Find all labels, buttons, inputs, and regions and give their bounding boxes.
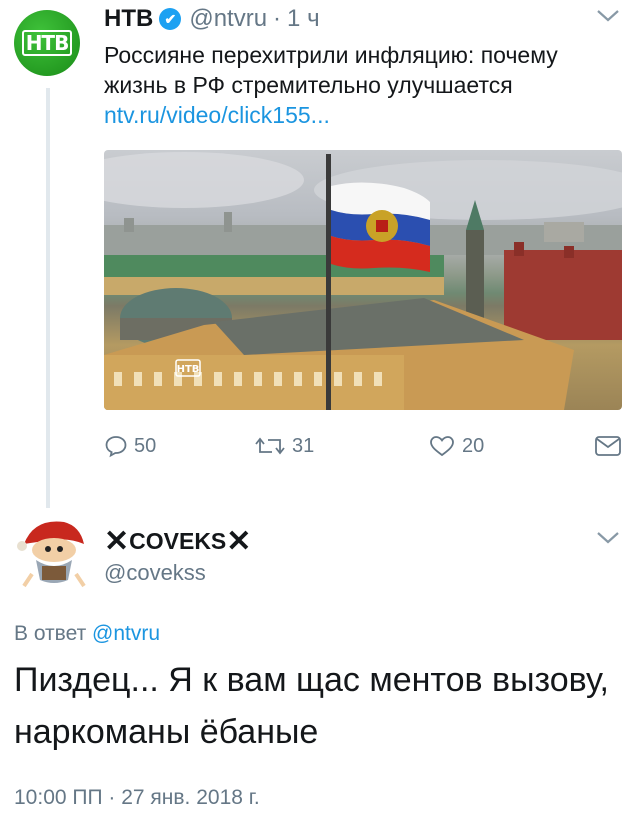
direct-message-icon: [595, 436, 621, 456]
original-tweet[interactable]: НТВ НТВ ✔ @ntvru · 1 ч Россияне перехитр…: [0, 0, 640, 500]
retweet-button[interactable]: 31: [254, 434, 314, 458]
cartoon-avatar-image: [17, 521, 86, 588]
ntv-logo: НТВ: [21, 30, 73, 56]
separator-dot: ·: [273, 5, 282, 32]
coveks-avatar[interactable]: [14, 514, 88, 594]
reply-to-label: В ответ: [14, 622, 87, 645]
chevron-down-icon[interactable]: [596, 8, 620, 24]
chevron-down-icon[interactable]: [596, 530, 620, 546]
author-handle[interactable]: @ntvru: [189, 5, 267, 33]
retweet-count: 31: [292, 434, 315, 457]
reply-author-handle[interactable]: @covekss: [104, 560, 206, 586]
like-button[interactable]: 20: [428, 434, 484, 458]
reply-button[interactable]: 50: [104, 434, 156, 458]
tweet-actions-bar: 50 31 20: [104, 428, 622, 464]
tweet-media-image[interactable]: НТВ: [104, 150, 622, 410]
tweet-time[interactable]: 1 ч: [287, 5, 320, 33]
tweet-link[interactable]: ntv.ru/video/click155...: [104, 102, 330, 129]
kremlin-flag-photo: НТВ: [104, 152, 622, 410]
verified-badge-icon: ✔: [159, 8, 182, 30]
reply-to-line: В ответ @ntvru: [14, 622, 160, 646]
direct-message-button[interactable]: [594, 434, 628, 458]
reply-icon: [105, 436, 127, 458]
tweet-text: Россияне перехитрили инфляцию: почему жи…: [104, 42, 558, 98]
ntv-avatar[interactable]: НТВ: [14, 10, 80, 76]
retweet-icon: [255, 437, 285, 455]
reply-timestamp[interactable]: 10:00 ПП · 27 янв. 2018 г.: [14, 786, 260, 810]
x-mark-right: ✕: [226, 525, 252, 558]
reply-text: Пиздец... Я к вам щас ментов вызову, нар…: [14, 661, 609, 751]
reply-author-name[interactable]: ✕ COVEKS ✕: [104, 524, 251, 559]
reply-count: 50: [134, 434, 157, 457]
tweet-header: НТВ ✔ @ntvru · 1 ч: [104, 2, 320, 36]
like-icon: [430, 436, 454, 457]
reply-author-name-text: COVEKS: [129, 528, 227, 554]
media-watermark: НТВ: [177, 364, 200, 375]
like-count: 20: [462, 434, 485, 457]
x-mark-left: ✕: [104, 525, 130, 558]
author-name[interactable]: НТВ: [104, 5, 153, 33]
reply-to-mention[interactable]: @ntvru: [92, 622, 160, 645]
